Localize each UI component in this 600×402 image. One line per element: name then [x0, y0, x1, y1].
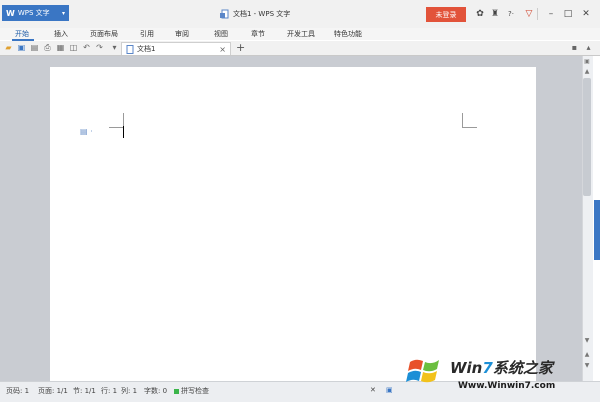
help-icon[interactable]: ?·: [503, 8, 519, 20]
document-icon: [126, 44, 134, 54]
document-tab[interactable]: 文档1 ×: [121, 42, 231, 55]
preview-icon[interactable]: ◫: [69, 43, 78, 52]
window-title: 文档1 - WPS 文字: [220, 9, 290, 19]
status-column: 列: 1: [121, 387, 138, 395]
document-tab-label: 文档1: [137, 45, 156, 53]
status-pages: 页面: 1/1: [38, 387, 68, 395]
status-page: 页码: 1: [6, 387, 30, 395]
app-menu-button[interactable]: W WPS 文字 ▾: [2, 5, 69, 21]
quick-access-toolbar: ▰ ▣ ▤ ⎙ ▦ ◫ ↶ ↷ ▾ ▪ ▴: [0, 41, 600, 56]
next-page-icon[interactable]: ▼: [583, 361, 591, 370]
menu-item-section[interactable]: 章节: [251, 29, 265, 39]
new-tab-button[interactable]: +: [236, 42, 245, 54]
spell-check-label: 拼写检查: [181, 387, 209, 395]
print-icon[interactable]: ⎙: [43, 43, 52, 52]
watermark-title: Win7系统之家: [450, 359, 553, 377]
menu-item-insert[interactable]: 插入: [54, 29, 68, 39]
restore-icon[interactable]: □: [562, 8, 574, 20]
menu-item-review[interactable]: 审阅: [175, 29, 189, 39]
watermark-url: Www.Winwin7.com: [458, 381, 556, 391]
save-icon[interactable]: ▣: [17, 43, 26, 52]
skin-icon[interactable]: ✿: [474, 8, 486, 20]
title-divider: [537, 8, 538, 20]
menu-item-home[interactable]: 开始: [15, 29, 29, 39]
wps-logo: W: [6, 8, 15, 18]
document-icon: [220, 9, 229, 19]
status-row: 行: 1: [101, 387, 118, 395]
menu-item-view[interactable]: 视图: [214, 29, 228, 39]
spell-check-toggle[interactable]: 拼写检查: [174, 386, 209, 396]
menu-item-developer[interactable]: 开发工具: [287, 29, 315, 39]
undo-icon[interactable]: ↶: [82, 43, 91, 52]
feedback-icon[interactable]: ▽: [523, 8, 535, 20]
status-word-count[interactable]: 字数: 0: [144, 386, 167, 396]
previous-page-icon[interactable]: ▲: [583, 350, 591, 359]
windows-logo-watermark: [406, 359, 439, 383]
app-name: WPS 文字: [17, 9, 50, 17]
save-as-icon[interactable]: ▤: [30, 43, 39, 52]
layout-icon[interactable]: ▪: [570, 43, 579, 52]
margin-marker-top-left: [109, 113, 124, 128]
close-icon[interactable]: ✕: [580, 8, 592, 20]
page-view-icon[interactable]: ▣: [386, 386, 393, 394]
redo-icon[interactable]: ↷: [95, 43, 104, 52]
text-cursor: [123, 126, 124, 138]
menu-item-page-layout[interactable]: 页面布局: [90, 29, 118, 39]
scrollbar-thumb[interactable]: [583, 78, 591, 196]
chevron-down-icon: ▾: [61, 9, 65, 17]
full-screen-icon[interactable]: ✕: [370, 386, 376, 394]
status-section: 节: 1/1: [73, 387, 96, 395]
menu-item-special[interactable]: 特色功能: [334, 29, 362, 39]
window-title-text: 文档1 - WPS 文字: [233, 10, 291, 18]
margin-marker-top-right: [462, 113, 477, 128]
side-panel-tab[interactable]: [594, 200, 600, 260]
shirt-icon[interactable]: ♜: [489, 8, 501, 20]
spell-check-indicator: [174, 388, 179, 394]
open-folder-icon[interactable]: ▰: [4, 43, 13, 52]
login-button[interactable]: 未登录: [426, 7, 466, 22]
scroll-down-icon[interactable]: ▼: [583, 336, 591, 345]
customize-toolbar-icon[interactable]: ▾: [110, 43, 119, 52]
close-tab-icon[interactable]: ×: [219, 45, 226, 54]
ribbon-menu-bar: 开始 插入 页面布局 引用 审阅 视图 章节 开发工具 特色功能: [0, 28, 600, 40]
menu-item-references[interactable]: 引用: [140, 29, 154, 39]
minimize-icon[interactable]: –: [545, 8, 557, 20]
scroll-up-icon[interactable]: ▲: [583, 67, 591, 76]
print-preview-icon[interactable]: ▦: [56, 43, 65, 52]
collapse-ribbon-icon[interactable]: ▴: [584, 43, 593, 52]
paragraph-layout-icon[interactable]: ▤ ·: [80, 127, 93, 136]
scroll-top-icon[interactable]: ▣: [583, 57, 591, 66]
